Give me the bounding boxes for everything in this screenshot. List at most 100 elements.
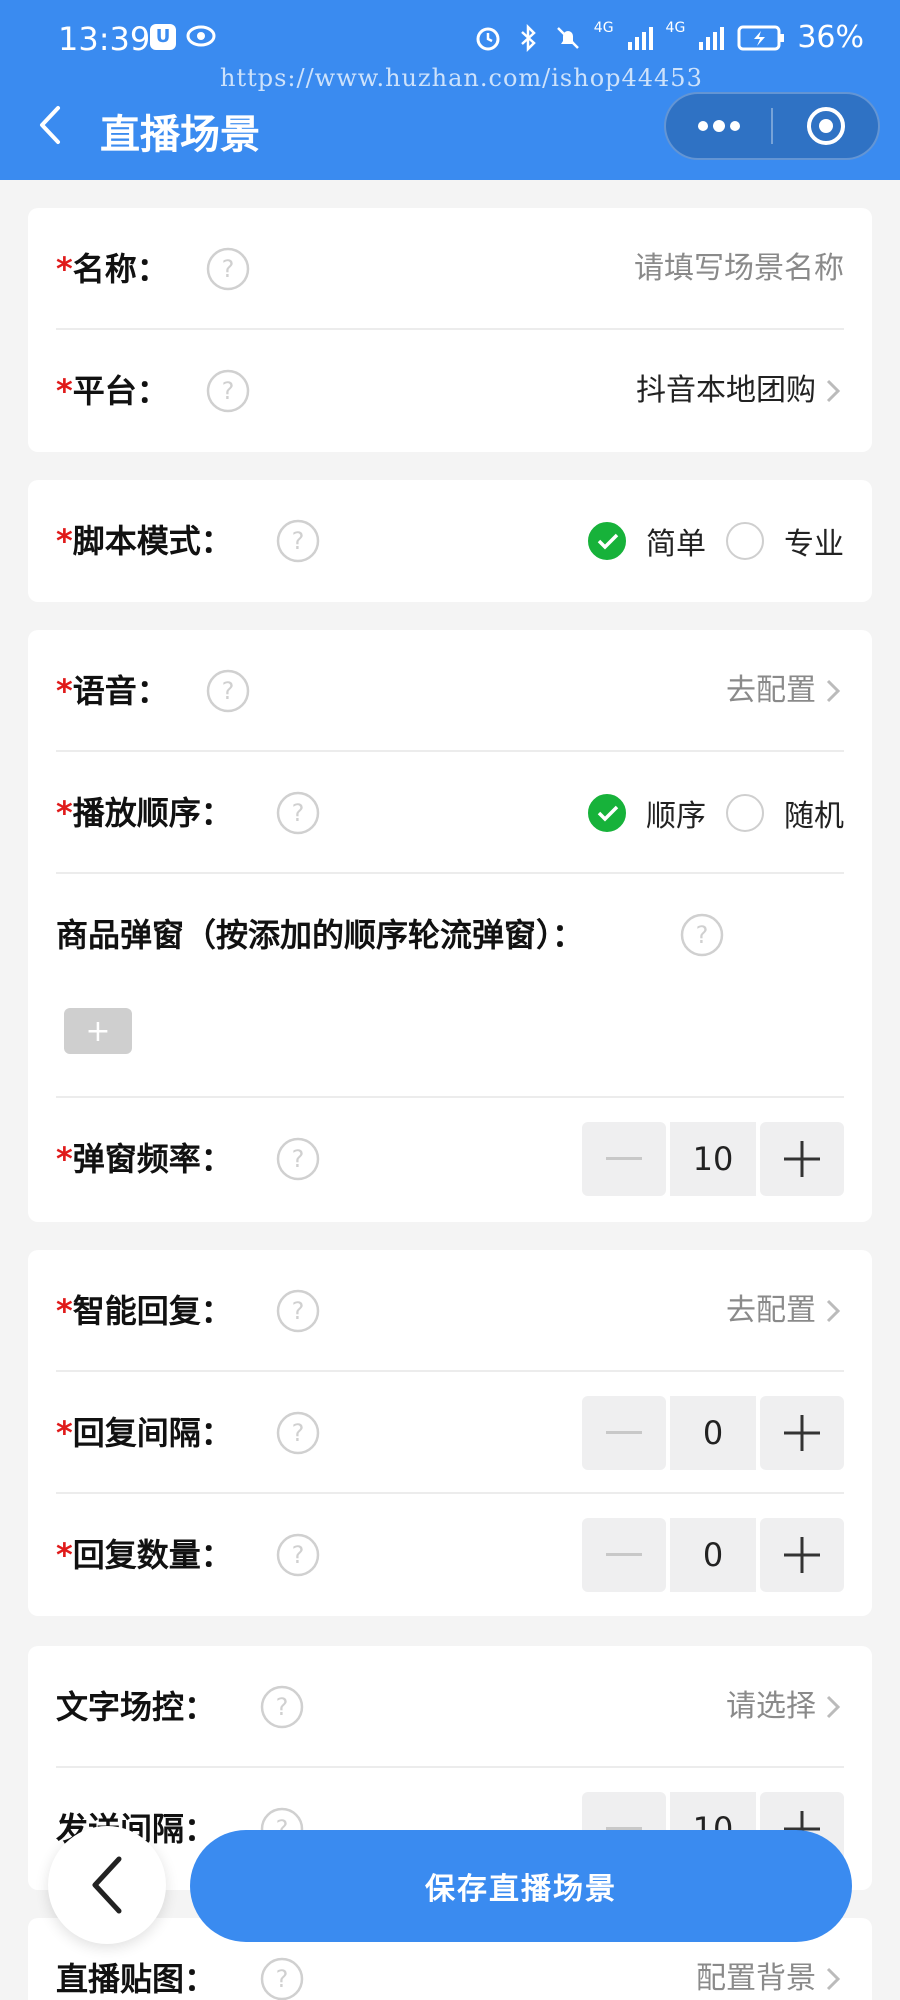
bluetooth-icon bbox=[520, 23, 536, 52]
signal-icon-2 bbox=[699, 26, 725, 50]
scene-name-input[interactable]: 请填写场景名称 bbox=[634, 208, 844, 330]
check-icon bbox=[597, 805, 619, 822]
floating-back-button[interactable] bbox=[48, 1826, 166, 1944]
chevron-right-icon bbox=[826, 1695, 841, 1719]
play-order-label: *播放顺序： bbox=[56, 794, 233, 832]
increment-button[interactable] bbox=[760, 1396, 844, 1470]
watermark-url: https://www.huzhan.com/ishop44453 bbox=[220, 64, 703, 92]
platform-row[interactable]: *平台： ? 抖音本地团购 bbox=[56, 330, 844, 452]
script-mode-radio-group: 简单 专业 bbox=[588, 480, 844, 602]
check-icon bbox=[597, 533, 619, 550]
chevron-right-icon bbox=[826, 379, 841, 403]
increment-button[interactable] bbox=[760, 1122, 844, 1196]
svg-text:?: ? bbox=[292, 799, 305, 827]
decrement-button[interactable] bbox=[582, 1518, 666, 1592]
help-icon[interactable]: ? bbox=[276, 1411, 320, 1455]
script-mode-label: *脚本模式： bbox=[56, 522, 233, 560]
decrement-button[interactable] bbox=[582, 1122, 666, 1196]
plus-icon bbox=[784, 1537, 820, 1573]
status-right: 4G 4G 36% bbox=[474, 20, 864, 55]
script-mode-row: *脚本模式： ? 简单 专业 bbox=[56, 480, 844, 602]
increment-button[interactable] bbox=[760, 1518, 844, 1592]
help-icon[interactable]: ? bbox=[206, 369, 250, 413]
reply-count-value[interactable]: 0 bbox=[670, 1518, 756, 1592]
app-notification-icon: U bbox=[150, 24, 176, 50]
popup-freq-stepper: 10 bbox=[582, 1122, 844, 1196]
radio-professional[interactable] bbox=[726, 522, 764, 560]
popup-freq-label: *弹窗频率： bbox=[56, 1140, 233, 1178]
mute-icon bbox=[556, 26, 579, 49]
radio-simple[interactable] bbox=[588, 522, 626, 560]
voice-row[interactable]: *语音： ? 去配置 bbox=[56, 630, 844, 752]
signal-icon-1 bbox=[627, 26, 653, 50]
add-product-button[interactable]: + bbox=[64, 1008, 132, 1054]
svg-text:?: ? bbox=[292, 527, 305, 555]
popup-freq-value[interactable]: 10 bbox=[670, 1122, 756, 1196]
svg-text:?: ? bbox=[292, 1297, 305, 1325]
battery-icon bbox=[737, 25, 785, 50]
help-icon[interactable]: ? bbox=[276, 791, 320, 835]
svg-text:?: ? bbox=[292, 1541, 305, 1569]
name-row: *名称： ? 请填写场景名称 bbox=[56, 208, 844, 330]
product-popup-row: 商品弹窗（按添加的顺序轮流弹窗）： ? + bbox=[56, 874, 844, 1098]
radio-professional-label[interactable]: 专业 bbox=[784, 519, 844, 563]
more-menu-button[interactable] bbox=[666, 94, 771, 158]
radio-random[interactable] bbox=[726, 794, 764, 832]
product-popup-label: 商品弹窗（按添加的顺序轮流弹窗）： bbox=[56, 916, 585, 954]
script-mode-card: *脚本模式： ? 简单 专业 bbox=[28, 480, 872, 602]
platform-label: *平台： bbox=[56, 372, 169, 410]
page-title: 直播场景 bbox=[100, 112, 260, 158]
help-icon[interactable]: ? bbox=[276, 1533, 320, 1577]
name-label: *名称： bbox=[56, 250, 169, 288]
help-icon[interactable]: ? bbox=[276, 1137, 320, 1181]
help-icon[interactable]: ? bbox=[276, 1289, 320, 1333]
reply-count-row: *回复数量： ? 0 bbox=[56, 1494, 844, 1616]
smart-reply-card: *智能回复： ? 去配置 *回复间隔： ? 0 *回复数量： ? 0 bbox=[28, 1250, 872, 1616]
play-order-radio-group: 顺序 随机 bbox=[588, 752, 844, 874]
status-time: 13:39 bbox=[58, 20, 151, 58]
svg-text:?: ? bbox=[222, 677, 235, 705]
network-label-2: 4G bbox=[665, 20, 686, 36]
svg-text:?: ? bbox=[276, 1965, 289, 1993]
platform-value: 抖音本地团购 bbox=[636, 373, 816, 408]
smart-reply-config-link[interactable]: 去配置 bbox=[726, 1250, 844, 1372]
help-icon[interactable]: ? bbox=[206, 247, 250, 291]
voice-config-link[interactable]: 去配置 bbox=[726, 630, 844, 752]
mini-program-capsule bbox=[664, 92, 880, 160]
help-icon[interactable]: ? bbox=[276, 519, 320, 563]
smart-reply-row[interactable]: *智能回复： ? 去配置 bbox=[56, 1250, 844, 1372]
smart-reply-label: *智能回复： bbox=[56, 1292, 233, 1330]
help-icon[interactable]: ? bbox=[206, 669, 250, 713]
alarm-icon bbox=[476, 27, 500, 50]
save-scene-button[interactable]: 保存直播场景 bbox=[190, 1830, 852, 1942]
reply-interval-value[interactable]: 0 bbox=[670, 1396, 756, 1470]
back-icon[interactable] bbox=[30, 100, 70, 150]
decrement-button[interactable] bbox=[582, 1396, 666, 1470]
svg-text:?: ? bbox=[292, 1145, 305, 1173]
text-control-row[interactable]: 文字场控： ? 请选择 bbox=[56, 1646, 844, 1768]
radio-simple-label[interactable]: 简单 bbox=[646, 519, 706, 563]
svg-text:?: ? bbox=[276, 1693, 289, 1721]
target-close-icon bbox=[806, 107, 845, 145]
playback-card: *语音： ? 去配置 *播放顺序： ? 顺序 随机 商品弹窗（按添加的顺序轮流弹… bbox=[28, 630, 872, 1222]
help-icon[interactable]: ? bbox=[260, 1685, 304, 1729]
reply-interval-row: *回复间隔： ? 0 bbox=[56, 1372, 844, 1494]
radio-sequential-label[interactable]: 顺序 bbox=[646, 791, 706, 835]
basic-info-card: *名称： ? 请填写场景名称 *平台： ? 抖音本地团购 bbox=[28, 208, 872, 452]
radio-random-label[interactable]: 随机 bbox=[784, 791, 844, 835]
minus-icon bbox=[606, 1431, 642, 1434]
minus-icon bbox=[606, 1157, 642, 1160]
help-icon[interactable]: ? bbox=[680, 913, 724, 957]
text-control-selector[interactable]: 请选择 bbox=[726, 1646, 844, 1768]
close-mini-program-button[interactable] bbox=[773, 94, 878, 158]
voice-config-text: 去配置 bbox=[726, 673, 816, 708]
chevron-left-icon bbox=[92, 1856, 122, 1914]
radio-sequential[interactable] bbox=[588, 794, 626, 832]
platform-selector[interactable]: 抖音本地团购 bbox=[636, 330, 844, 452]
chevron-right-icon bbox=[826, 1967, 841, 1991]
play-order-row: *播放顺序： ? 顺序 随机 bbox=[56, 752, 844, 874]
help-icon[interactable]: ? bbox=[260, 1957, 304, 2000]
top-bar: 13:39 U 4G 4G 36% https://www.huzhan.com… bbox=[0, 0, 900, 180]
minus-icon bbox=[606, 1553, 642, 1556]
eye-icon bbox=[186, 25, 216, 47]
